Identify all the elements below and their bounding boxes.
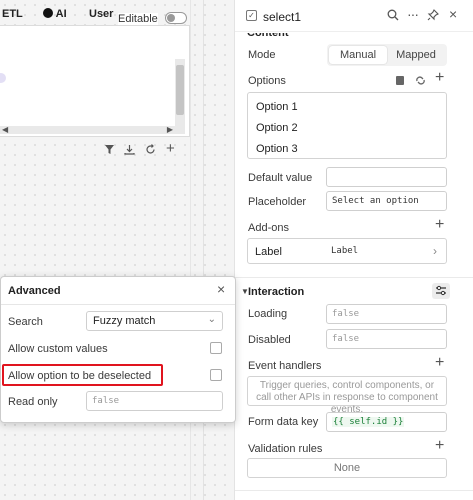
tab-ai[interactable]: AI [43,8,73,20]
event-handlers-label: Event handlers [248,360,322,372]
tab-ai-label: AI [55,8,67,20]
default-value-input[interactable] [326,167,447,187]
section-interaction[interactable]: Interaction [248,286,304,298]
settings-sliders-icon[interactable] [432,283,450,299]
advanced-popover: Advanced × Search Fuzzy match ⌄ Allow cu… [0,276,236,423]
search-icon[interactable] [387,9,399,23]
loading-input[interactable]: false [326,304,447,324]
disabled-label: Disabled [248,334,291,346]
canvas-divider [203,0,204,500]
list-item[interactable]: Option 1 [256,101,298,113]
list-item[interactable]: Option 3 [256,143,298,155]
vertical-scrollbar[interactable] [175,59,185,134]
allow-custom-values-label: Allow custom values [8,343,108,355]
validation-rules-label: Validation rules [248,443,323,455]
add-addon-icon[interactable]: + [435,217,444,233]
placeholder-label: Placeholder [248,196,307,208]
tab-user[interactable]: User [89,8,113,20]
close-icon[interactable]: × [449,7,457,21]
more-icon[interactable]: ··· [407,7,419,21]
advanced-title: Advanced [8,285,61,297]
options-list: Option 1 Option 2 Option 3 [247,92,447,159]
search-label: Search [8,316,43,328]
mode-segmented-control[interactable]: Manual Mapped [327,44,447,66]
scroll-left-icon[interactable]: ◀ [2,125,8,134]
inspector-panel: ✓ select1 ··· × Content Mode Manual Mapp… [234,0,473,500]
add-icon[interactable]: + [166,140,175,157]
search-mode-select[interactable]: Fuzzy match ⌄ [86,311,223,331]
section-divider [235,490,473,491]
inspector-header: ✓ select1 ··· × [235,0,473,32]
options-label: Options [248,75,286,87]
scroll-thumb[interactable] [176,65,184,115]
horizontal-scrollbar[interactable]: ◀ ▶ [0,125,175,134]
form-data-key-label: Form data key [248,416,319,428]
disabled-input[interactable]: false [326,329,447,349]
validation-rules-box[interactable]: None [247,458,447,478]
placeholder-input[interactable]: Select an option [326,191,447,211]
allow-deselect-label: Allow option to be deselected [8,370,152,382]
table-widget[interactable]: ◀ ▶ + [0,25,190,157]
component-select-icon: ✓ [246,10,257,21]
link-icon[interactable] [415,75,426,88]
add-event-handler-icon[interactable]: + [435,355,444,371]
chevron-right-icon: › [433,244,437,258]
mode-mapped-option[interactable]: Mapped [387,46,445,64]
component-name[interactable]: select1 [263,10,301,24]
default-value-label: Default value [248,172,313,184]
addon-label-row[interactable]: Label Label › [247,238,447,264]
addons-label: Add-ons [248,222,289,234]
editable-toggle[interactable] [165,12,187,24]
read-only-label: Read only [8,396,58,408]
event-handlers-empty[interactable]: Trigger queries, control components, or … [247,376,447,415]
search-mode-value: Fuzzy match [93,315,156,327]
loading-label: Loading [248,308,288,320]
add-option-icon[interactable]: + [435,70,444,86]
read-only-input[interactable]: false [86,391,223,411]
mode-manual-option[interactable]: Manual [329,46,387,64]
popover-divider [1,304,235,305]
addon-row-label: Label [255,246,282,258]
section-divider [235,277,473,278]
form-data-key-value: {{ self.id }} [332,417,405,427]
add-validation-rule-icon[interactable]: + [435,438,444,454]
document-icon[interactable] [395,75,405,88]
list-item[interactable]: Option 2 [256,122,298,134]
scroll-right-icon[interactable]: ▶ [167,125,173,134]
ai-icon [43,8,53,18]
refresh-icon[interactable] [145,144,156,158]
allow-deselect-checkbox[interactable] [210,369,222,381]
canvas-divider [190,0,191,500]
pin-icon[interactable] [427,9,439,23]
chevron-down-icon: ⌄ [207,314,216,325]
section-content: Content [247,33,289,38]
close-icon[interactable]: × [217,282,225,296]
mode-label: Mode [248,49,276,61]
table-row-marker [0,73,6,83]
download-icon[interactable] [124,144,135,158]
allow-custom-values-checkbox[interactable] [210,342,222,354]
editable-label: Editable [118,13,158,25]
tab-etl[interactable]: ETL [2,8,23,20]
addon-row-value: Label [331,246,359,256]
form-data-key-input[interactable]: {{ self.id }} [326,412,447,432]
filter-icon[interactable] [104,144,115,158]
